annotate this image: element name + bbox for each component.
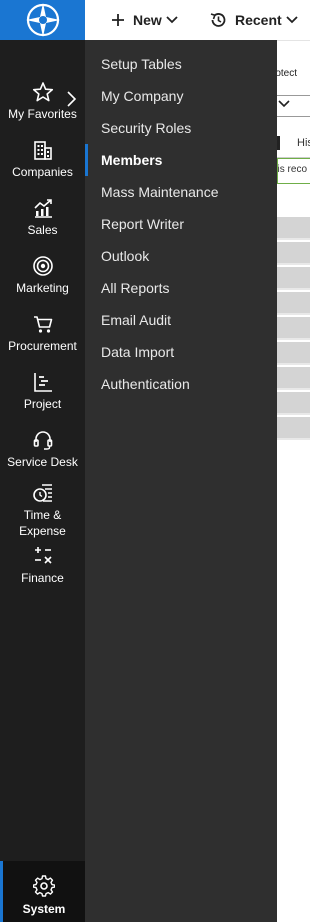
building-icon [33, 141, 52, 160]
nav-item-time-expense[interactable]: Time & Expense [0, 482, 85, 539]
submenu-item-security-roles[interactable]: Security Roles [85, 112, 277, 144]
nav-label: Sales [27, 223, 58, 237]
table-row[interactable] [277, 342, 310, 365]
submenu-item-all-reports[interactable]: All Reports [85, 272, 277, 304]
plus-icon [112, 14, 124, 26]
table-row[interactable] [277, 267, 310, 290]
tab-history[interactable]: His [297, 137, 310, 149]
submenu-item-authentication[interactable]: Authentication [85, 368, 277, 400]
new-button[interactable]: New [111, 0, 178, 40]
submenu-item-report-writer[interactable]: Report Writer [85, 208, 277, 240]
background-select[interactable] [277, 95, 310, 117]
nav-label: Finance [21, 571, 64, 585]
chevron-down-icon [278, 100, 290, 108]
system-submenu: Setup Tables My Company Security Roles M… [85, 40, 277, 922]
nav-item-procurement[interactable]: Procurement [0, 313, 85, 354]
nav-item-finance[interactable]: Finance [0, 545, 85, 586]
submenu-item-my-company[interactable]: My Company [85, 80, 277, 112]
table-row[interactable] [277, 367, 310, 390]
submenu-item-outlook[interactable]: Outlook [85, 240, 277, 272]
table-row[interactable] [277, 217, 310, 240]
nav-label: Marketing [16, 281, 69, 295]
table-row[interactable] [277, 292, 310, 315]
recent-button-label: Recent [235, 12, 282, 28]
table-row[interactable] [277, 392, 310, 415]
chevron-down-icon [286, 16, 298, 24]
clock-list-icon [32, 484, 52, 502]
info-note: his reco [277, 158, 310, 184]
tab-divider [277, 136, 280, 150]
history-icon [210, 13, 226, 27]
submenu-item-setup-tables[interactable]: Setup Tables [85, 48, 277, 80]
chart-up-icon [33, 199, 52, 218]
nav-label: Service Desk [7, 455, 78, 469]
nav-label-line2: Expense [19, 524, 66, 538]
nav-label: System [22, 902, 66, 916]
table-row[interactable] [277, 242, 310, 265]
table-row[interactable] [277, 317, 310, 340]
cart-icon [33, 316, 52, 333]
table-row[interactable] [277, 417, 310, 440]
new-button-label: New [133, 12, 162, 28]
nav-label: Procurement [8, 339, 77, 353]
left-navigation: My Favorites Companies Sales Marketing P… [0, 40, 85, 922]
submenu-item-members[interactable]: Members [85, 144, 277, 176]
nav-label: Project [23, 397, 62, 411]
app-logo[interactable] [0, 0, 85, 40]
target-icon [32, 256, 53, 276]
info-note-text: his reco [277, 164, 308, 175]
star-icon [32, 82, 53, 102]
recent-button[interactable]: Recent [209, 0, 298, 40]
protect-label: rotect [277, 68, 298, 79]
compass-logo-icon [25, 3, 60, 37]
submenu-item-mass-maintenance[interactable]: Mass Maintenance [85, 176, 277, 208]
headset-icon [33, 431, 52, 450]
background-page: rotect His his reco [277, 41, 310, 922]
nav-item-project[interactable]: Project [0, 371, 85, 412]
nav-item-my-favorites[interactable]: My Favorites [0, 81, 85, 122]
nav-label: Companies [12, 165, 73, 179]
nav-item-system[interactable]: System [0, 861, 85, 922]
top-toolbar: New Recent [85, 0, 310, 41]
chevron-down-icon [166, 16, 178, 24]
nav-item-service-desk[interactable]: Service Desk [0, 429, 85, 470]
gear-icon [33, 875, 55, 897]
nav-label: My Favorites [8, 107, 77, 121]
nav-item-companies[interactable]: Companies [0, 139, 85, 180]
submenu-item-data-import[interactable]: Data Import [85, 336, 277, 368]
nav-label-line1: Time & [23, 508, 62, 522]
nav-item-sales[interactable]: Sales [0, 197, 85, 238]
submenu-item-email-audit[interactable]: Email Audit [85, 304, 277, 336]
calculator-icon [34, 547, 52, 564]
project-chart-icon [33, 373, 52, 392]
nav-item-marketing[interactable]: Marketing [0, 255, 85, 296]
